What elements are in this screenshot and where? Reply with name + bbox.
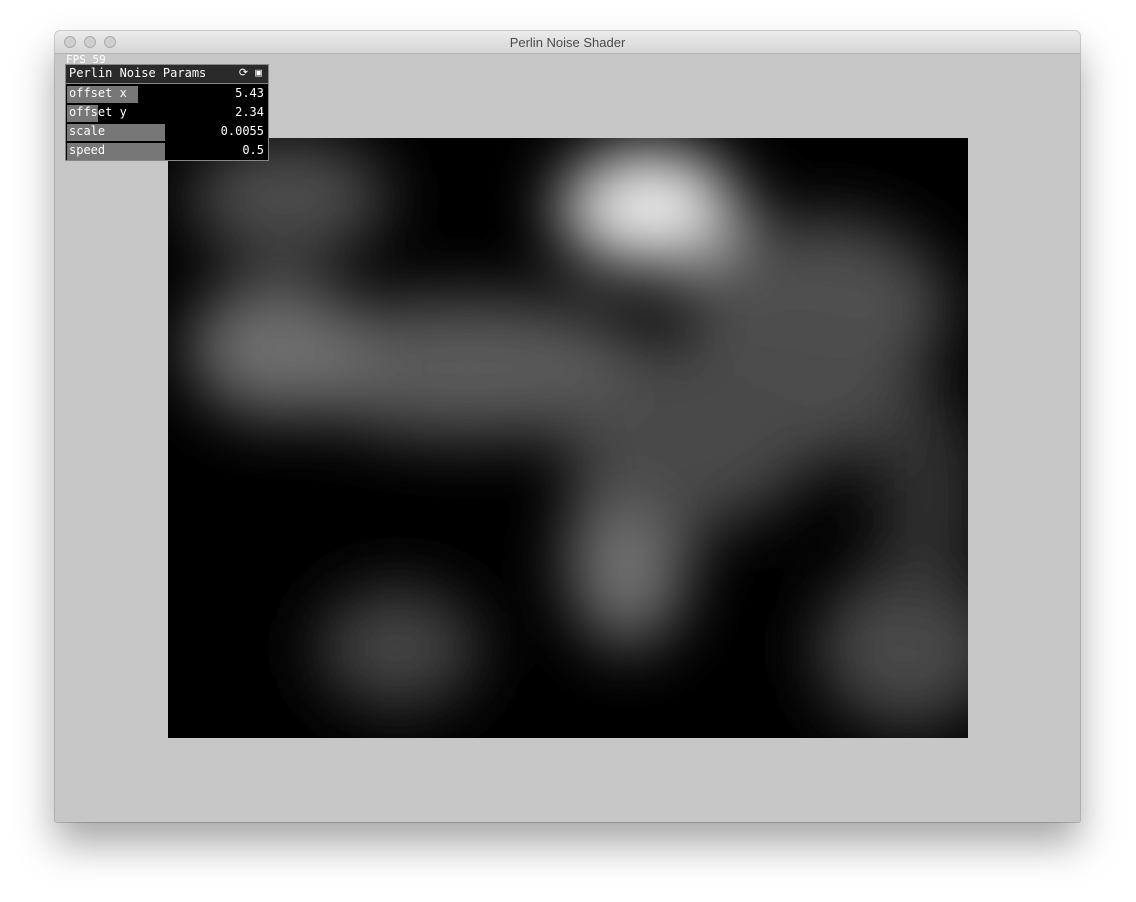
- refresh-icon[interactable]: ⟳: [238, 67, 249, 79]
- slider-value: 2.34: [235, 105, 264, 119]
- noise-canvas[interactable]: [168, 138, 968, 738]
- slider-value: 5.43: [235, 86, 264, 100]
- panel-header[interactable]: Perlin Noise Params ⟳ ▣: [66, 65, 268, 84]
- perlin-noise-render: [168, 138, 968, 738]
- window-title: Perlin Noise Shader: [509, 35, 626, 50]
- params-panel: Perlin Noise Params ⟳ ▣ offset x 5.43 of…: [65, 64, 269, 161]
- slider-value: 0.5: [242, 143, 264, 157]
- app-window: Perlin Noise Shader FPS 59 Perlin Noise …: [55, 31, 1080, 822]
- slider-scale[interactable]: scale 0.0055: [66, 122, 268, 141]
- slider-offset-x[interactable]: offset x 5.43: [66, 84, 268, 103]
- slider-label: speed: [69, 143, 106, 157]
- slider-speed[interactable]: speed 0.5: [66, 141, 268, 160]
- slider-value: 0.0055: [220, 124, 264, 138]
- slider-offset-y[interactable]: offset y 2.34: [66, 103, 268, 122]
- slider-label: scale: [69, 124, 106, 138]
- slider-label: offset y: [69, 105, 127, 119]
- slider-label: offset x: [69, 86, 127, 100]
- content-area: FPS 59 Perlin Noise Params ⟳ ▣ offset x …: [55, 53, 1080, 822]
- save-icon[interactable]: ▣: [253, 67, 264, 79]
- title-bar: Perlin Noise Shader: [55, 31, 1080, 54]
- panel-title: Perlin Noise Params: [69, 66, 207, 80]
